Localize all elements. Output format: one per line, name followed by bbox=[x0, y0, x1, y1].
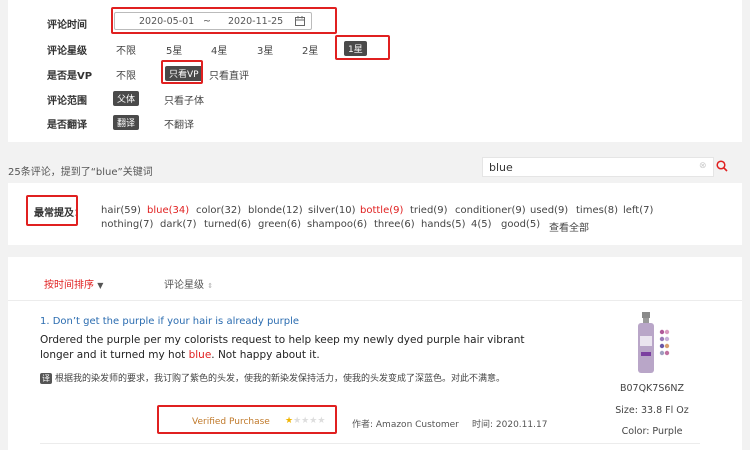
keyword-chip[interactable]: bottle(9) bbox=[360, 205, 403, 216]
product-color: Color: Purple bbox=[597, 426, 707, 437]
review-title[interactable]: 1. Don’t get the purple if your hair is … bbox=[40, 316, 299, 327]
highlight-box-date bbox=[111, 7, 337, 34]
vp-filter-label: 是否是VP bbox=[47, 67, 107, 82]
product-asin[interactable]: B07QK7S6NZ bbox=[597, 383, 707, 394]
sort-by-time-label: 按时间排序 bbox=[44, 280, 94, 291]
scope-option-child[interactable]: 只看子体 bbox=[164, 92, 204, 107]
keyword-chip[interactable]: green(6) bbox=[258, 219, 301, 230]
keyword-chip[interactable]: left(7) bbox=[623, 205, 653, 216]
view-all-keywords-link[interactable]: 查看全部 bbox=[549, 219, 589, 234]
keyword-chip[interactable]: nothing(7) bbox=[101, 219, 153, 230]
translate-filter-label: 是否翻译 bbox=[47, 116, 107, 131]
keyword-chip[interactable]: hair(59) bbox=[101, 205, 141, 216]
scope-filter-label: 评论范围 bbox=[47, 92, 107, 107]
highlight-box-keywords bbox=[26, 195, 78, 226]
sort-toggle-icon: ⇕ bbox=[207, 282, 213, 290]
keyword-chip[interactable]: used(9) bbox=[530, 205, 568, 216]
translate-option-off[interactable]: 不翻译 bbox=[164, 116, 194, 131]
keyword-chip[interactable]: shampoo(6) bbox=[307, 219, 367, 230]
product-size: Size: 33.8 Fl Oz bbox=[597, 405, 707, 416]
rating-option-any[interactable]: 不限 bbox=[116, 42, 136, 57]
keyword-chip[interactable]: 4(5) bbox=[471, 219, 492, 230]
keyword-chip[interactable]: color(32) bbox=[196, 205, 241, 216]
highlight-box-vp bbox=[161, 60, 203, 84]
keyword-chip[interactable]: three(6) bbox=[374, 219, 415, 230]
review-translation: 译根据我的染发师的要求，我订购了紫色的头发，使我的新染发保持活力，使我的头发变成… bbox=[40, 371, 560, 384]
keyword-chip[interactable]: silver(10) bbox=[308, 205, 355, 216]
review-body-text-end: . Not happy about it. bbox=[211, 349, 319, 361]
list-divider bbox=[8, 300, 742, 301]
review-author: 作者: Amazon Customer bbox=[352, 417, 459, 430]
review-divider bbox=[40, 443, 700, 444]
keyword-chip[interactable]: turned(6) bbox=[204, 219, 251, 230]
product-image[interactable] bbox=[630, 312, 672, 374]
sort-desc-icon: ▼ bbox=[97, 281, 103, 290]
keyword-chip[interactable]: blonde(12) bbox=[248, 205, 303, 216]
rating-option-2[interactable]: 2星 bbox=[302, 42, 318, 57]
review-body: Ordered the purple per my colorists requ… bbox=[40, 333, 540, 363]
highlight-box-rating bbox=[335, 35, 390, 60]
keyword-chip[interactable]: tried(9) bbox=[410, 205, 447, 216]
keyword-chip[interactable]: conditioner(9) bbox=[455, 205, 526, 216]
keyword-chip[interactable]: dark(7) bbox=[160, 219, 197, 230]
vp-option-any[interactable]: 不限 bbox=[116, 67, 136, 82]
translate-option-on-selected[interactable]: 翻译 bbox=[113, 115, 139, 130]
vp-option-direct[interactable]: 只看直评 bbox=[209, 67, 249, 82]
review-keyword-highlight: blue bbox=[189, 349, 212, 361]
search-input[interactable]: blue bbox=[489, 161, 513, 174]
highlight-box-verified bbox=[157, 405, 337, 434]
rating-option-4[interactable]: 4星 bbox=[211, 42, 227, 57]
sort-by-rating-button[interactable]: 评论星级 ⇕ bbox=[164, 276, 213, 291]
rating-option-3[interactable]: 3星 bbox=[257, 42, 273, 57]
keyword-chip[interactable]: blue(34) bbox=[147, 205, 189, 216]
review-translation-text: 根据我的染发师的要求，我订购了紫色的头发，使我的新染发保持活力，使我的头发变成了… bbox=[55, 374, 505, 384]
result-summary: 25条评论，提到了“blue”关键词 bbox=[8, 163, 153, 178]
sort-by-time-button[interactable]: 按时间排序 ▼ bbox=[44, 276, 103, 291]
date-filter-label: 评论时间 bbox=[47, 16, 107, 31]
sort-by-rating-label: 评论星级 bbox=[164, 280, 204, 291]
rating-filter-label: 评论星级 bbox=[47, 42, 107, 57]
keyword-chip[interactable]: good(5) bbox=[501, 219, 540, 230]
rating-option-5[interactable]: 5星 bbox=[166, 42, 182, 57]
keyword-chip[interactable]: hands(5) bbox=[421, 219, 466, 230]
review-time: 时间: 2020.11.17 bbox=[472, 417, 547, 430]
translate-icon: 译 bbox=[40, 373, 52, 384]
keyword-chip[interactable]: times(8) bbox=[576, 205, 618, 216]
search-icon[interactable] bbox=[716, 160, 728, 172]
keyword-search-box[interactable]: blue ⊗ bbox=[482, 157, 714, 177]
clear-icon[interactable]: ⊗ bbox=[699, 161, 707, 171]
scope-option-parent-selected[interactable]: 父体 bbox=[113, 91, 139, 106]
